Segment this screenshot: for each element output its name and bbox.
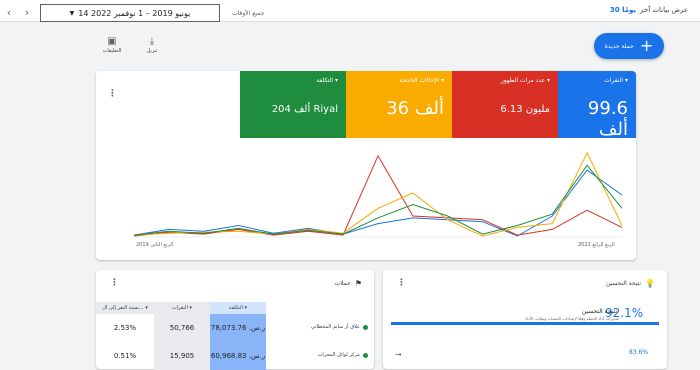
optimization-card-title[interactable]: نتيجة التحسين (582, 308, 617, 315)
date-range-text: 14 يونيو 2019 – 1 نوفمبر 2022 (78, 8, 191, 18)
cost-header-text: التكلفة (228, 305, 243, 311)
kpi-impressions-label: عدد مرات الظهور (500, 77, 546, 84)
comments-button[interactable]: ▣ التعليقات (100, 36, 124, 54)
row1-cost: ر.س. 78,073.76 (210, 314, 266, 342)
campaign-icon: ⚑ (354, 279, 362, 288)
lightbulb-icon: 💡 (645, 279, 655, 288)
performance-line-chart (133, 151, 623, 238)
ctr-header-text: نسبة النقر إلى ال... (102, 305, 144, 311)
kpi-clicks[interactable]: النقرات ▾ 99.6 ألف (558, 71, 636, 140)
comment-icon: ▣ (107, 36, 117, 47)
download-icon: ⤓ (149, 36, 155, 47)
date-controls: ‹ › ▼ 14 يونيو 2019 – 1 نوفمبر 2022 جميع… (4, 4, 264, 22)
kpi-cost[interactable]: التكلفة ▾ 204 ألف Riyal (240, 71, 346, 138)
row2-ctr: 0.51% (113, 352, 137, 360)
clicks-header[interactable]: النقرات ▾ (154, 302, 210, 314)
x-axis-end-label: الربع الرابع 2022 (578, 242, 615, 248)
show-last-days-count[interactable]: 30 يومًا (610, 6, 636, 14)
range-label: جميع الأوقات (232, 9, 265, 17)
status-dot-icon (363, 324, 368, 330)
top-bar: 30 يومًا عرض بيانات آخر ‹ › ▼ 14 يونيو 2… (0, 0, 700, 22)
cost-header[interactable]: التكلفة ▾ (210, 302, 266, 314)
download-button[interactable]: ⤓ تنزيل (140, 36, 164, 54)
table-row-campaign-1[interactable]: علاق أز سايم المحطاتي (311, 324, 368, 330)
row2-name[interactable]: مركز لوائل المجرات (318, 352, 360, 358)
optimization-progress-bar (391, 322, 659, 325)
arrow-right-icon[interactable]: → (395, 350, 402, 359)
more-vert-icon[interactable]: ⋮ (397, 278, 406, 288)
kpi-impressions[interactable]: عدد مرات الظهور ▾ 6.13 مليون (452, 71, 558, 138)
ctr-header[interactable]: نسبة النقر إلى ال... ▾ (96, 302, 154, 314)
chevron-left-icon[interactable]: ‹ (4, 7, 14, 19)
row1-ctr: 2.53% (113, 324, 137, 332)
row1-clicks: 50,766 (154, 314, 210, 342)
chevron-right-icon[interactable]: › (22, 7, 32, 19)
show-last-days-label: عرض بيانات آخر (640, 6, 688, 14)
status-dot-icon (363, 352, 368, 358)
row2-clicks: 15,905 (154, 342, 210, 370)
download-label: تنزيل (146, 48, 158, 54)
kpi-cost-label: التكلفة (316, 77, 334, 84)
optimization-title-text: نتيجة التحسين (605, 280, 642, 287)
kpi-impressions-value: 6.13 مليون (500, 104, 550, 115)
new-campaign-button[interactable]: حملة جديدة + (594, 33, 664, 59)
optimization-card: ⋮ نتيجة التحسين 💡 92.1% نتيجة التحسين تق… (383, 270, 667, 369)
more-vert-icon[interactable]: ⋮ (108, 89, 117, 99)
more-vert-icon[interactable]: ⋮ (110, 278, 119, 288)
kpi-conversions-label: الإحالات الناجحة (399, 77, 440, 84)
kpi-conversions[interactable]: الإحالات الناجحة ▾ 36 ألف (346, 71, 452, 138)
new-campaign-label: حملة جديدة (604, 42, 634, 50)
optimization-title: نتيجة التحسين 💡 (606, 279, 655, 288)
row1-name[interactable]: علاق أز سايم المحطاتي (311, 324, 360, 330)
campaigns-card: ⋮ حملات ⚑ نسبة النقر إلى ال... ▾ النقرات… (96, 270, 374, 370)
optimization-sub-percent: 83.6% (629, 349, 649, 356)
kpi-conversions-value: 36 ألف (386, 98, 444, 119)
plus-icon: + (639, 36, 654, 55)
chevron-down-icon: ▼ (69, 9, 75, 17)
row2-cost: ر.س. 60,968.83 (210, 342, 266, 370)
show-last-days[interactable]: 30 يومًا عرض بيانات آخر (610, 6, 688, 14)
series-line-0 (133, 169, 623, 237)
comments-label: التعليقات (102, 48, 122, 54)
clicks-header-text: النقرات (172, 305, 188, 311)
series-line-3 (133, 164, 623, 236)
x-axis-start-label: الربع الثاني 2019 (136, 242, 174, 248)
kpi-cost-value: 204 ألف Riyal (271, 104, 338, 115)
kpi-clicks-label: النقرات (604, 77, 624, 84)
optimization-description: تقديرات أداء الحملة وفقًا لإعدادات الحسا… (525, 316, 619, 321)
table-row-campaign-2[interactable]: مركز لوائل المجرات (318, 352, 368, 358)
date-range-picker[interactable]: ▼ 14 يونيو 2019 – 1 نوفمبر 2022 (40, 4, 220, 22)
toolbar: ▣ التعليقات ⤓ تنزيل حملة جديدة + (0, 28, 700, 68)
overview-card: ⋮ النقرات ▾ 99.6 ألف عدد مرات الظهور ▾ 6… (96, 71, 636, 260)
kpi-clicks-value: 99.6 ألف (587, 98, 628, 140)
campaigns-title: حملات ⚑ (334, 279, 362, 288)
campaigns-title-text: حملات (334, 280, 351, 287)
